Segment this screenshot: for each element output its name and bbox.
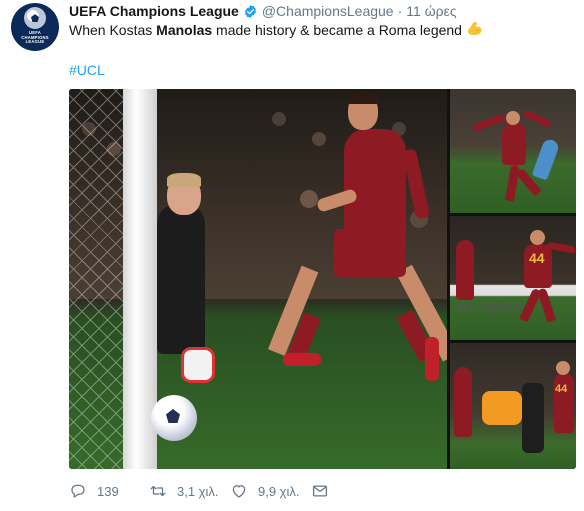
player-number: 44 bbox=[529, 250, 545, 266]
celebrating-player-head bbox=[530, 230, 545, 245]
hashtag-link[interactable]: #UCL bbox=[69, 60, 105, 80]
celebrating-player bbox=[554, 373, 574, 433]
goalkeeper-hair bbox=[167, 173, 201, 187]
tweet-text-after: made history & became a Roma legend bbox=[212, 22, 462, 38]
separator-dot: · bbox=[397, 3, 403, 19]
goal-net bbox=[69, 89, 129, 469]
avatar-logo-text: UEFA CHAMPIONS LEAGUE bbox=[21, 30, 48, 45]
side-photo-ad-board: DY XERIA bbox=[458, 300, 523, 314]
direct-message-button[interactable] bbox=[311, 482, 329, 500]
teammate-player bbox=[454, 367, 472, 437]
opponent-player bbox=[531, 137, 561, 181]
heart-icon bbox=[232, 485, 246, 498]
player-boot-left bbox=[283, 353, 321, 366]
celebrating-player bbox=[502, 123, 526, 165]
player-torso bbox=[344, 129, 406, 239]
tweet-text-bold: Manolas bbox=[156, 22, 213, 38]
orange-bib-player bbox=[482, 391, 522, 425]
envelope-icon bbox=[312, 485, 328, 497]
celebrating-player-arm bbox=[521, 108, 553, 129]
celebrating-player-head bbox=[506, 111, 520, 125]
goalkeeper-glove bbox=[181, 347, 215, 383]
avatar[interactable]: UEFA CHAMPIONS LEAGUE bbox=[11, 3, 59, 51]
tweet-timestamp[interactable]: 11 ώρες bbox=[406, 3, 456, 19]
celebrating-player-head bbox=[556, 361, 570, 375]
soccer-ball bbox=[151, 395, 197, 441]
player-number: 44 bbox=[555, 383, 568, 395]
champions-league-starball-icon bbox=[24, 7, 46, 30]
player-boot-right bbox=[425, 337, 439, 381]
display-name[interactable]: UEFA Champions League bbox=[69, 3, 239, 19]
retweet-count: 3,1 χιλ. bbox=[177, 483, 219, 499]
user-handle[interactable]: @ChampionsLeague bbox=[262, 3, 394, 19]
like-button[interactable]: 9,9 χιλ. bbox=[230, 482, 311, 500]
tweet[interactable]: UEFA CHAMPIONS LEAGUE UEFA Champions Lea… bbox=[0, 0, 584, 511]
reply-count: 139 bbox=[97, 483, 119, 499]
retweet-button[interactable]: 3,1 χιλ. bbox=[149, 482, 230, 500]
like-count: 9,9 χιλ. bbox=[258, 483, 300, 499]
tweet-text: When Kostas Manolas made history & becam… bbox=[69, 20, 484, 40]
staff-member bbox=[522, 383, 544, 453]
photo-side-top[interactable] bbox=[450, 89, 576, 213]
retweet-icon bbox=[150, 485, 166, 497]
reply-icon bbox=[71, 484, 85, 498]
verified-badge-icon bbox=[244, 4, 256, 18]
player-hair bbox=[348, 91, 378, 104]
celebrating-player-leg bbox=[536, 287, 557, 323]
tweet-header: UEFA Champions League @ChampionsLeague ·… bbox=[69, 2, 457, 20]
flexed-biceps-icon bbox=[467, 21, 482, 35]
photo-main[interactable] bbox=[69, 89, 447, 469]
tweet-text-before: When Kostas bbox=[69, 22, 157, 38]
photo-side-bottom[interactable]: 44 bbox=[450, 343, 576, 469]
teammate-player bbox=[456, 240, 474, 300]
goalkeeper-body bbox=[157, 204, 205, 354]
avatar-logo-line-3: LEAGUE bbox=[25, 39, 45, 45]
celebrating-player-arm bbox=[471, 113, 507, 132]
reply-button[interactable]: 139 bbox=[69, 482, 149, 500]
media-grid: DY XERIA 44 44 bbox=[69, 89, 576, 469]
tweet-actions: 139 3,1 χιλ. 9,9 χιλ. bbox=[69, 481, 329, 501]
photo-side-middle[interactable]: DY XERIA 44 bbox=[450, 216, 576, 340]
